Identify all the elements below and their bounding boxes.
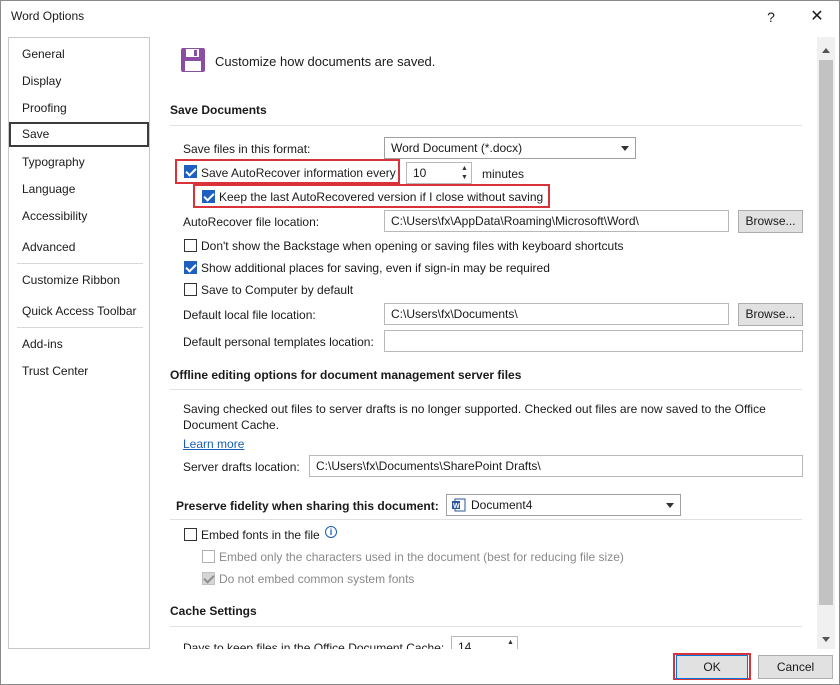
sidebar-item-advanced[interactable]: Advanced [9,235,149,260]
scroll-up-button[interactable] [817,42,835,59]
word-document-icon: W [452,498,466,512]
cache-days-value: 14 [458,640,472,649]
title-bar: Word Options ? ✕ [1,1,839,33]
page-header-text: Customize how documents are saved. [215,54,436,69]
help-button[interactable]: ? [757,5,785,29]
svg-text:W: W [453,503,460,510]
keep-last-checkbox[interactable] [202,190,215,203]
sidebar-divider [17,263,143,264]
section-heading-save-documents: Save Documents [170,103,267,117]
sidebar-item-language[interactable]: Language [9,177,149,202]
save-to-computer-checkbox[interactable] [184,283,197,296]
sidebar-item-customize-ribbon[interactable]: Customize Ribbon [9,268,149,293]
arrow-down-icon [822,637,830,642]
sidebar-item-proofing[interactable]: Proofing [9,96,149,121]
cache-days-spinner[interactable]: 14 ▲ [451,636,518,649]
embed-only-used-characters-label: Embed only the characters used in the do… [219,550,624,564]
sidebar-item-display[interactable]: Display [9,69,149,94]
default-templates-location-field[interactable] [384,330,803,352]
sidebar-item-save[interactable]: Save [9,122,149,147]
cache-days-label: Days to keep files in the Office Documen… [183,641,445,649]
spinner-up-icon[interactable]: ▲ [460,164,469,173]
section-divider [170,626,802,627]
embed-fonts-checkbox[interactable] [184,528,197,541]
default-local-location-field[interactable]: C:\Users\fx\Documents\ [384,303,729,325]
cancel-button[interactable]: Cancel [758,655,833,679]
sidebar-item-add-ins[interactable]: Add-ins [9,332,149,357]
dont-show-backstage-checkbox[interactable] [184,239,197,252]
offline-notice-line-2: Document Cache. [183,418,280,432]
chevron-down-icon [666,503,674,508]
autorecover-location-label: AutoRecover file location: [183,215,320,229]
window-title: Word Options [11,9,85,23]
autorecover-minutes-spinner[interactable]: 10 ▲ ▼ [406,162,472,184]
keep-last-label: Keep the last AutoRecovered version if I… [219,190,544,204]
autorecover-location-field[interactable]: C:\Users\fx\AppData\Roaming\Microsoft\Wo… [384,210,729,232]
word-options-dialog: Word Options ? ✕ General Display Proofin… [0,0,840,685]
sidebar-item-accessibility[interactable]: Accessibility [9,204,149,229]
do-not-embed-system-fonts-checkbox[interactable] [202,572,215,585]
do-not-embed-system-fonts-label: Do not embed common system fonts [219,572,415,586]
save-icon [181,48,205,72]
section-heading-preserve-fidelity: Preserve fidelity when sharing this docu… [176,499,439,513]
info-icon[interactable]: i [325,526,337,538]
spinner-down-icon[interactable]: ▼ [460,173,469,182]
default-local-location-label: Default local file location: [183,308,316,322]
section-divider [170,519,802,520]
spinner-up-icon[interactable]: ▲ [506,638,515,647]
save-format-select[interactable]: Word Document (*.docx) [384,137,636,159]
ok-button[interactable]: OK [676,655,748,679]
section-divider [170,125,802,126]
show-additional-places-checkbox[interactable] [184,261,197,274]
browse-autorecover-button[interactable]: Browse... [738,210,803,233]
fidelity-document-value: Document4 [471,498,533,512]
sidebar-item-trust-center[interactable]: Trust Center [9,359,149,384]
section-divider [170,389,802,390]
browse-default-local-button[interactable]: Browse... [738,303,803,326]
vertical-scrollbar[interactable] [817,37,835,649]
sidebar-divider [17,327,143,328]
autorecover-checkbox[interactable] [184,165,197,178]
dont-show-backstage-label: Don't show the Backstage when opening or… [201,239,624,253]
scrollbar-thumb[interactable] [819,60,833,605]
sidebar-item-typography[interactable]: Typography [9,150,149,175]
sidebar-item-quick-access-toolbar[interactable]: Quick Access Toolbar [9,299,149,324]
arrow-up-icon [822,48,830,53]
show-additional-places-label: Show additional places for saving, even … [201,261,550,275]
save-options-panel: Customize how documents are saved. Save … [151,37,817,649]
options-sidebar: General Display Proofing Save Typography… [8,37,150,649]
embed-fonts-label: Embed fonts in the file [201,528,320,542]
autorecover-minutes-value: 10 [413,166,427,180]
scroll-down-button[interactable] [817,631,835,648]
section-heading-cache-settings: Cache Settings [170,604,257,618]
save-format-value: Word Document (*.docx) [391,141,523,155]
format-label: Save files in this format: [183,142,311,156]
section-heading-offline-editing: Offline editing options for document man… [170,368,522,382]
server-drafts-location-field[interactable]: C:\Users\fx\Documents\SharePoint Drafts\ [309,455,803,477]
embed-only-used-characters-checkbox[interactable] [202,550,215,563]
close-button[interactable]: ✕ [801,5,833,29]
autorecover-label: Save AutoRecover information every [201,166,396,180]
default-templates-location-label: Default personal templates location: [183,335,374,349]
learn-more-link[interactable]: Learn more [183,437,244,451]
minutes-label: minutes [482,167,525,181]
chevron-down-icon [621,146,629,151]
server-drafts-location-label: Server drafts location: [183,460,300,474]
offline-notice-line-1: Saving checked out files to server draft… [183,402,766,416]
fidelity-document-select[interactable]: W Document4 [446,494,681,516]
sidebar-item-general[interactable]: General [9,42,149,67]
save-to-computer-label: Save to Computer by default [201,283,354,297]
